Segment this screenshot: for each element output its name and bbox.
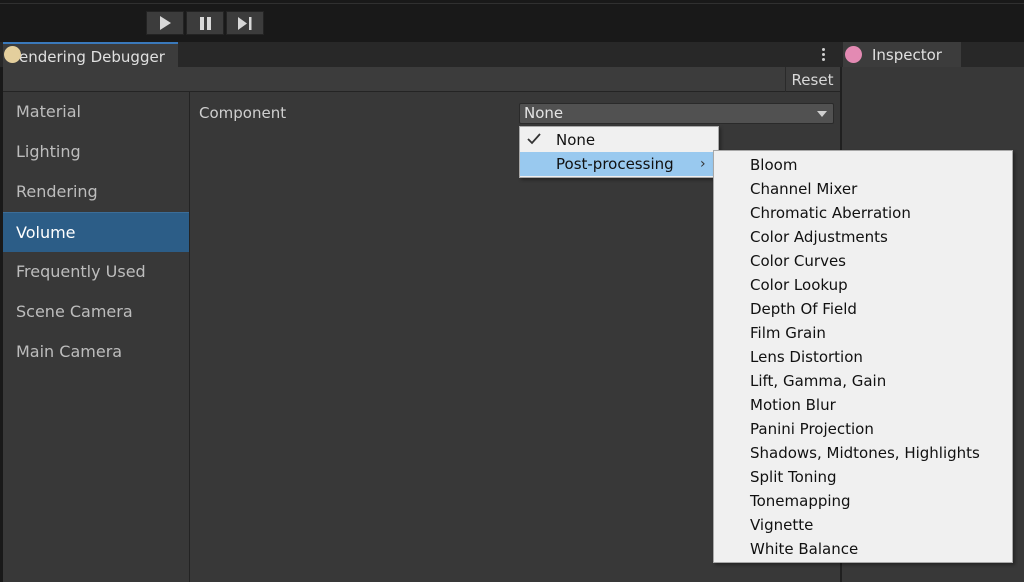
submenu-item-depth-of-field[interactable]: Depth Of Field [750, 297, 857, 321]
submenu-item-motion-blur[interactable]: Motion Blur [750, 393, 836, 417]
menu-item-post-processing-label: Post-processing [556, 155, 674, 173]
submenu-item-film-grain[interactable]: Film Grain [750, 321, 826, 345]
inspector-icon [845, 46, 862, 63]
toolbar-divider [0, 3, 1024, 4]
component-dropdown-value: None [524, 104, 564, 122]
rendering-debugger-tab[interactable]: endering Debugger [3, 42, 178, 67]
submenu-item-lens-distortion[interactable]: Lens Distortion [750, 345, 863, 369]
component-dropdown[interactable]: None [519, 103, 834, 124]
component-label: Component [199, 104, 287, 122]
submenu-item-panini-projection[interactable]: Panini Projection [750, 417, 874, 441]
sidebar-item-material[interactable]: Material [3, 92, 189, 132]
submenu-item-channel-mixer[interactable]: Channel Mixer [750, 177, 857, 201]
sidebar-item-volume[interactable]: Volume [3, 212, 189, 252]
chevron-down-icon [817, 111, 827, 117]
debugger-sidebar: Material Lighting Rendering Volume Frequ… [3, 92, 190, 582]
submenu-item-color-adjustments[interactable]: Color Adjustments [750, 225, 888, 249]
inspector-tab-label: Inspector [872, 46, 942, 64]
post-processing-submenu: Bloom Channel Mixer Chromatic Aberration… [713, 150, 1013, 563]
playmode-controls [146, 11, 265, 35]
more-options-icon[interactable] [815, 45, 831, 63]
sidebar-item-main-camera[interactable]: Main Camera [3, 332, 189, 372]
submenu-item-color-lookup[interactable]: Color Lookup [750, 273, 848, 297]
sidebar-item-lighting[interactable]: Lighting [3, 132, 189, 172]
submenu-item-lift-gamma-gain[interactable]: Lift, Gamma, Gain [750, 369, 886, 393]
debugger-header-strip [3, 67, 840, 92]
play-button[interactable] [146, 11, 184, 35]
pause-icon [199, 16, 211, 30]
menu-item-none[interactable]: None [520, 128, 718, 152]
submenu-item-shadows-midtones-highlights[interactable]: Shadows, Midtones, Highlights [750, 441, 980, 465]
submenu-item-white-balance[interactable]: White Balance [750, 537, 858, 561]
sidebar-item-frequently-used[interactable]: Frequently Used [3, 252, 189, 292]
sidebar-item-rendering[interactable]: Rendering [3, 172, 189, 212]
pause-button[interactable] [186, 11, 224, 35]
submenu-item-bloom[interactable]: Bloom [750, 153, 797, 177]
submenu-item-color-curves[interactable]: Color Curves [750, 249, 846, 273]
submenu-item-tonemapping[interactable]: Tonemapping [750, 489, 851, 513]
sidebar-item-scene-camera[interactable]: Scene Camera [3, 292, 189, 332]
submenu-item-split-toning[interactable]: Split Toning [750, 465, 837, 489]
chevron-right-icon: › [700, 156, 706, 172]
component-popup-menu: None Post-processing › [519, 126, 719, 178]
menu-item-post-processing[interactable]: Post-processing › [520, 152, 718, 176]
step-icon [238, 16, 252, 30]
debugger-window-icon [4, 46, 21, 63]
play-icon [160, 16, 171, 30]
reset-button[interactable]: Reset [785, 67, 839, 92]
submenu-item-chromatic-aberration[interactable]: Chromatic Aberration [750, 201, 911, 225]
step-button[interactable] [226, 11, 264, 35]
rendering-debugger-tab-label: endering Debugger [19, 48, 165, 66]
checkmark-icon [527, 133, 541, 145]
submenu-item-vignette[interactable]: Vignette [750, 513, 813, 537]
menu-item-none-label: None [556, 131, 596, 149]
